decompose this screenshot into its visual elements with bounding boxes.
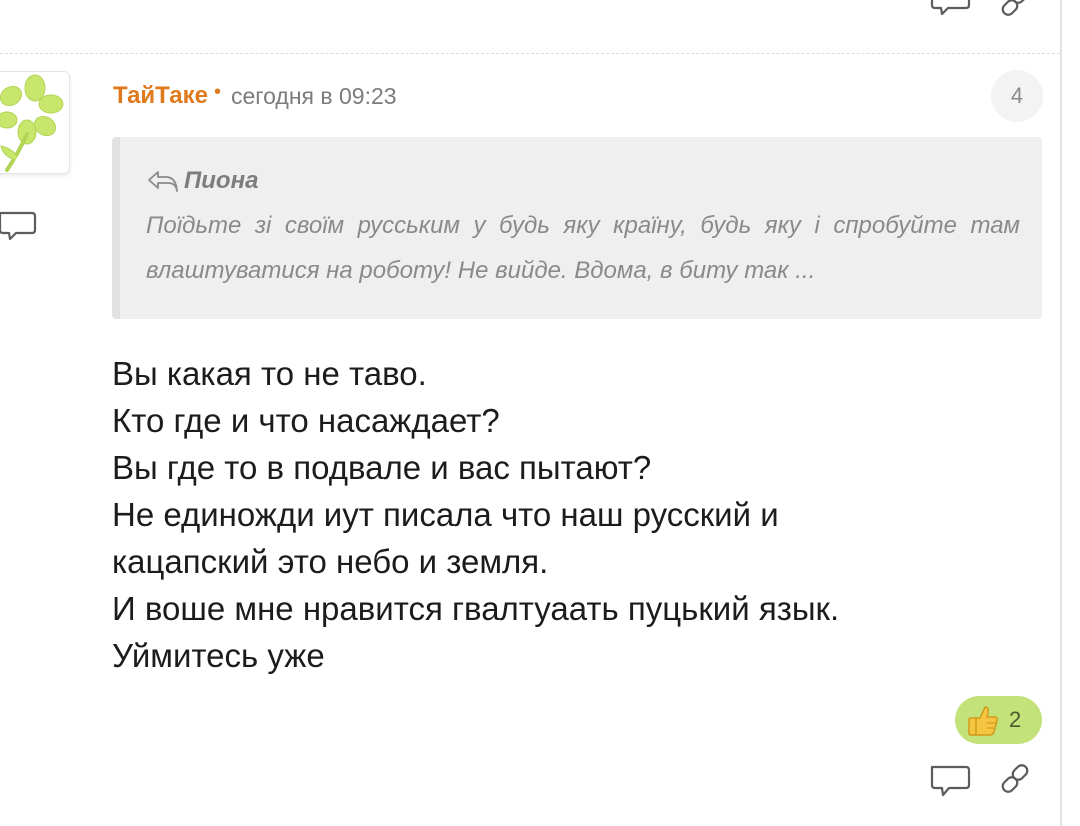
comment-rank-badge: 4 bbox=[991, 70, 1043, 122]
quote-text: Поїдьте зі своїм русським у будь яку кра… bbox=[146, 212, 1020, 284]
like-button[interactable]: 2 bbox=[955, 696, 1042, 744]
right-divider bbox=[1060, 0, 1062, 826]
reply-arrow-icon bbox=[148, 171, 178, 192]
comment-line: Вы где то в подвале и вас пытают? bbox=[112, 449, 652, 486]
quote-author-name: Пиона bbox=[184, 167, 259, 194]
comment-line: Уймитесь уже bbox=[112, 637, 325, 674]
previous-link-icon[interactable] bbox=[998, 0, 1032, 20]
comment-line: кацапский это небо и земля. bbox=[112, 543, 549, 580]
flower-avatar-icon bbox=[0, 74, 64, 172]
avatar[interactable] bbox=[0, 71, 70, 174]
comment-separator bbox=[0, 53, 1060, 54]
comment-line: Не единожди иут писала что наш русский и bbox=[112, 496, 779, 533]
like-count: 2 bbox=[1009, 707, 1022, 732]
comment-timestamp: сегодня в 09:23 bbox=[230, 82, 397, 109]
quote-author-row[interactable]: Пиона bbox=[146, 163, 1020, 199]
comment-body: Вы какая то не таво. Кто где и что насаж… bbox=[112, 350, 992, 679]
comment-line: И воше мне нравится гвалтуаать пуцький я… bbox=[112, 590, 840, 627]
side-reply-icon[interactable] bbox=[0, 210, 40, 244]
quoted-comment[interactable]: Пиона Поїдьте зі своїм русським у будь я… bbox=[112, 137, 1042, 319]
author-name[interactable]: ТайТаке bbox=[113, 82, 208, 110]
previous-reply-icon[interactable] bbox=[928, 0, 972, 20]
reply-icon[interactable] bbox=[928, 764, 972, 800]
meta-dot-separator: • bbox=[213, 80, 221, 103]
comment-meta: ТайТаке • сегодня в 09:23 bbox=[113, 80, 397, 110]
comment-line: Вы какая то не таво. bbox=[112, 355, 427, 392]
thumbs-up-icon bbox=[968, 706, 998, 736]
comment-line: Кто где и что насаждает? bbox=[112, 402, 500, 439]
link-icon[interactable] bbox=[998, 764, 1032, 798]
